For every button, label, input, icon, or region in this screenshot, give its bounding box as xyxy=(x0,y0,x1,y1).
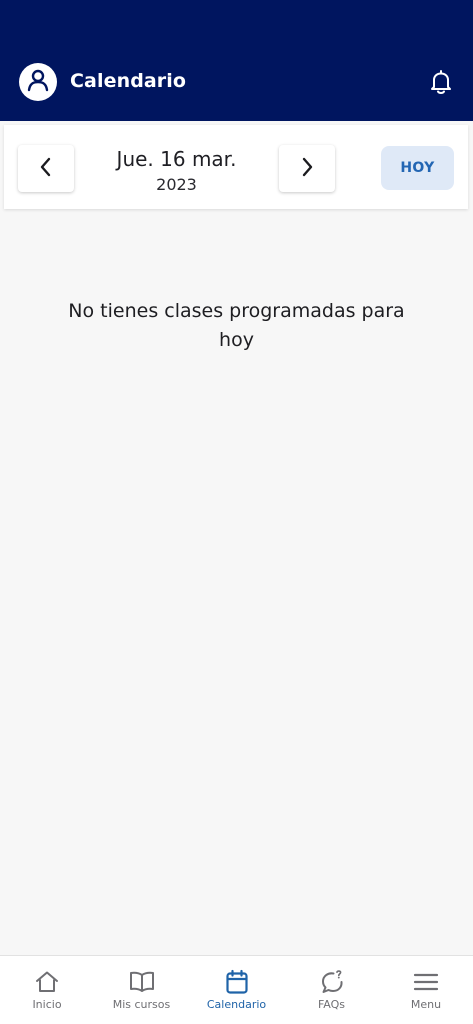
today-button[interactable]: HOY xyxy=(381,146,454,190)
selected-year: 2023 xyxy=(156,175,197,194)
selected-date: Jue. 16 mar. xyxy=(116,147,237,171)
app-header: Calendario xyxy=(0,0,473,121)
tab-label: Menu xyxy=(410,998,442,1011)
page-title: Calendario xyxy=(70,70,187,92)
chevron-left-icon xyxy=(39,157,53,181)
tab-label: Mis cursos xyxy=(112,998,171,1011)
user-icon xyxy=(25,67,51,97)
tab-faqs[interactable]: FAQs xyxy=(284,956,379,1024)
next-day-button[interactable] xyxy=(279,145,335,192)
bottom-tab-bar: Inicio Mis cursos Calendario FAQs Menu xyxy=(0,955,473,1024)
tab-label: Inicio xyxy=(32,998,62,1011)
calendar-icon xyxy=(225,968,249,996)
tab-menu[interactable]: Menu xyxy=(379,956,473,1024)
tab-inicio[interactable]: Inicio xyxy=(0,956,94,1024)
faq-bubble-icon xyxy=(319,968,345,996)
book-icon xyxy=(128,968,156,996)
profile-avatar-button[interactable] xyxy=(19,63,57,101)
tab-label: Calendario xyxy=(206,998,267,1011)
date-navigator: Jue. 16 mar. 2023 HOY xyxy=(4,125,468,209)
tab-mis-cursos[interactable]: Mis cursos xyxy=(94,956,189,1024)
chevron-right-icon xyxy=(300,157,314,181)
tab-label: FAQs xyxy=(317,998,346,1011)
empty-state-message: No tienes clases programadas para hoy xyxy=(68,300,405,351)
bell-icon xyxy=(430,69,452,99)
notifications-button[interactable] xyxy=(428,70,454,98)
home-icon xyxy=(34,968,60,996)
tab-calendario[interactable]: Calendario xyxy=(189,956,284,1024)
menu-icon xyxy=(413,968,439,996)
previous-day-button[interactable] xyxy=(18,145,74,192)
